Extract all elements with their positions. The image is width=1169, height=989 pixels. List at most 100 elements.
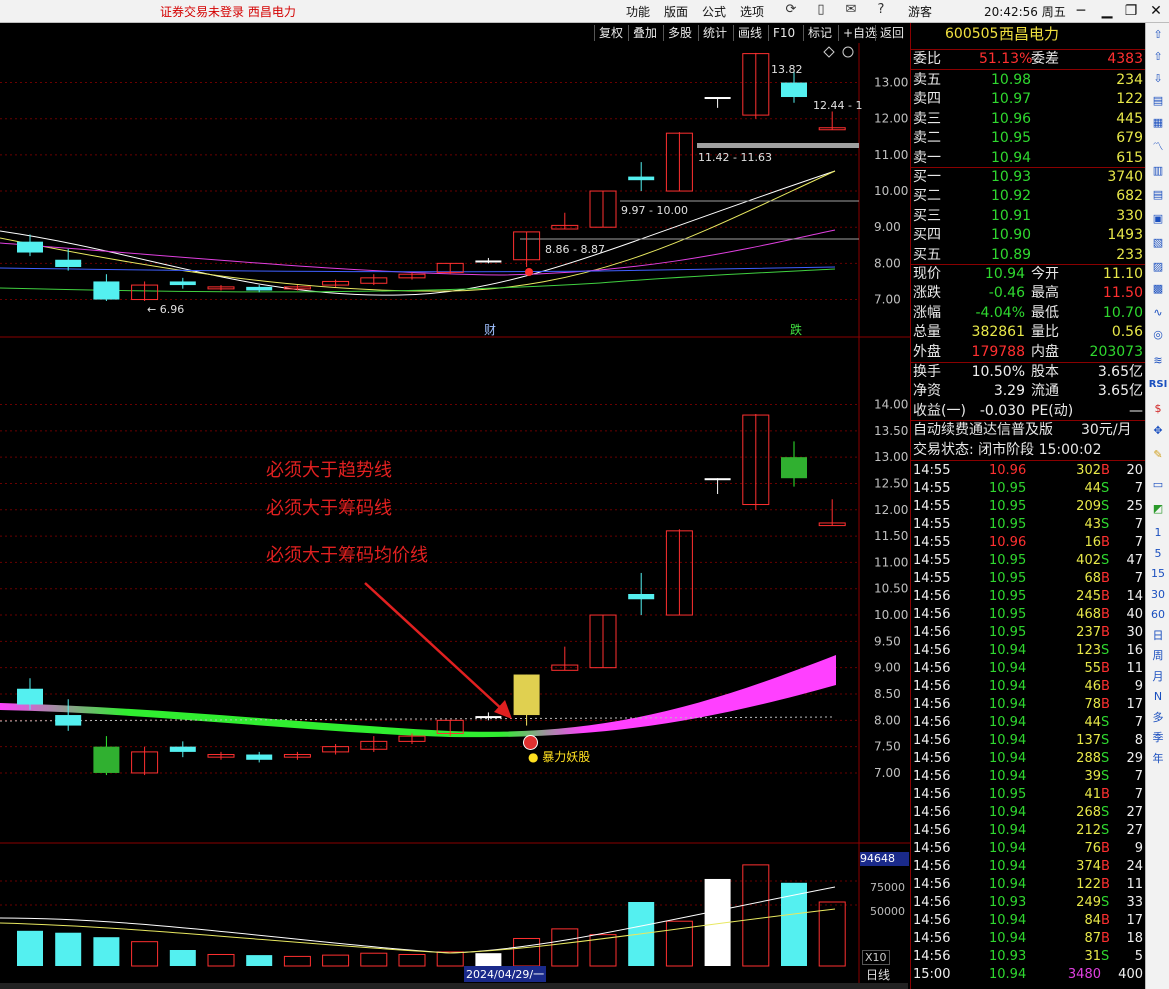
tb-mark[interactable]: 标记 bbox=[803, 25, 836, 41]
wave-icon[interactable]: ≋ bbox=[1148, 353, 1168, 369]
bid-price: 10.90 bbox=[991, 227, 1032, 244]
grid-icon[interactable]: ▦ bbox=[1148, 115, 1168, 131]
circle-icon[interactable]: ◎ bbox=[1148, 327, 1168, 343]
period-button[interactable]: 季 bbox=[1148, 730, 1168, 746]
help-icon[interactable]: ? bbox=[873, 2, 889, 18]
rsi-icon[interactable]: RSI bbox=[1148, 377, 1168, 393]
y-tick-label: 10.50 bbox=[874, 582, 908, 596]
y-tick-label: 12.00 bbox=[874, 112, 908, 126]
tick-price: 10.94 bbox=[989, 661, 1027, 676]
period-button[interactable]: 年 bbox=[1148, 751, 1168, 767]
menu-formula[interactable]: 公式 bbox=[702, 3, 726, 20]
range1-label: 12.44 - 1 bbox=[813, 99, 862, 112]
move-icon[interactable]: ✥ bbox=[1148, 423, 1168, 439]
line-icon[interactable]: ∿ bbox=[1148, 305, 1168, 321]
minimize-button[interactable]: ─ bbox=[1068, 0, 1094, 22]
up-icon[interactable]: ⇧ bbox=[1148, 27, 1168, 43]
bottom-tabs[interactable] bbox=[0, 983, 908, 989]
tick-time: 14:55 bbox=[913, 481, 951, 496]
y-tick-label: 9.00 bbox=[874, 661, 901, 675]
period-button[interactable]: 日 bbox=[1148, 628, 1168, 644]
tick-volume: 44 bbox=[1084, 481, 1101, 496]
period-button[interactable]: 60 bbox=[1148, 607, 1168, 623]
y-tick-label: 8.00 bbox=[874, 713, 901, 727]
vol-tick-75000: 75000 bbox=[870, 881, 905, 894]
down-arrow-icon[interactable]: ⇩ bbox=[1148, 71, 1168, 87]
promo-row[interactable]: 自动续费通达信普及版 30元/月 bbox=[911, 421, 1145, 440]
tick-direction: S bbox=[1101, 643, 1110, 658]
dollar-icon[interactable]: $ bbox=[1148, 401, 1168, 417]
tb-multi[interactable]: 多股 bbox=[663, 25, 696, 41]
message-icon[interactable]: ✉ bbox=[843, 2, 859, 18]
refresh-icon[interactable]: ⟳ bbox=[783, 2, 799, 18]
tb-f10[interactable]: F10 bbox=[768, 25, 799, 41]
tick-direction: B bbox=[1101, 571, 1110, 586]
y-tick-label: 14.00 bbox=[874, 398, 908, 412]
period-button[interactable]: 1 bbox=[1148, 525, 1168, 541]
refresh-side-icon[interactable]: ◩ bbox=[1148, 501, 1168, 517]
tick-row: 14:56 10.94 137 S 8 bbox=[911, 732, 1145, 750]
phone-icon[interactable]: ▯ bbox=[813, 2, 829, 18]
period-button[interactable]: 15 bbox=[1148, 566, 1168, 582]
stock-name: 西昌电力 bbox=[999, 25, 1060, 43]
tick-time: 14:56 bbox=[913, 877, 951, 892]
user-label[interactable]: 游客 bbox=[908, 3, 932, 20]
tb-overlay[interactable]: 叠加 bbox=[628, 25, 661, 41]
bid-price: 10.91 bbox=[991, 207, 1032, 224]
x10-label[interactable]: X10 bbox=[862, 950, 890, 965]
table-icon[interactable]: ▤ bbox=[1148, 187, 1168, 203]
f2-icon[interactable]: ▩ bbox=[1148, 281, 1168, 297]
pencil-icon[interactable]: ✎ bbox=[1148, 447, 1168, 463]
up-arrow-icon[interactable]: ⇧ bbox=[1148, 49, 1168, 65]
tick-row: 14:56 10.94 78 B 17 bbox=[911, 696, 1145, 714]
period-button[interactable]: 月 bbox=[1148, 669, 1168, 685]
volume-bar bbox=[513, 937, 541, 967]
tick-direction: B bbox=[1101, 931, 1110, 946]
chart-area[interactable]: 13.00 12.00 11.00 10.00 9.00 8.00 7.00 13.82 12… bbox=[0, 43, 910, 989]
ma5-line bbox=[0, 170, 836, 296]
menu-function[interactable]: 功能 bbox=[626, 3, 650, 20]
stat-label: 今开 bbox=[1031, 266, 1059, 282]
annotation-3: 必须大于筹码均价线 bbox=[266, 545, 428, 566]
stat-label: 净资 bbox=[913, 383, 941, 400]
ma20-line bbox=[0, 229, 836, 276]
f5-icon[interactable]: ▭ bbox=[1148, 477, 1168, 493]
period-button[interactable]: 5 bbox=[1148, 546, 1168, 562]
period-button[interactable]: 周 bbox=[1148, 648, 1168, 664]
stat-label: 总量 bbox=[913, 324, 941, 341]
tick-price: 10.96 bbox=[989, 463, 1027, 478]
bar-icon[interactable]: ▥ bbox=[1148, 163, 1168, 179]
list-icon[interactable]: ▤ bbox=[1148, 93, 1168, 109]
period-button[interactable]: N bbox=[1148, 689, 1168, 705]
bid-price: 10.93 bbox=[991, 169, 1032, 185]
tick-price: 10.94 bbox=[989, 715, 1027, 730]
ask-price: 10.94 bbox=[991, 149, 1032, 166]
tick-row: 14:56 10.93 31 S 5 bbox=[911, 948, 1145, 966]
menu-layout[interactable]: 版面 bbox=[664, 3, 688, 20]
minimize-button-2[interactable]: ▁ bbox=[1094, 0, 1120, 22]
y-tick-label: 13.00 bbox=[874, 450, 908, 464]
menu-options[interactable]: 选项 bbox=[740, 3, 764, 20]
tick-direction: S bbox=[1101, 895, 1110, 910]
y-tick-label: 8.00 bbox=[874, 256, 901, 270]
chart-icon[interactable]: 〽 bbox=[1148, 139, 1168, 155]
fund-icon[interactable]: ▣ bbox=[1148, 211, 1168, 227]
candle-body bbox=[781, 457, 807, 479]
stat-label: 最高 bbox=[1031, 285, 1059, 302]
restore-button[interactable]: ❐ bbox=[1118, 0, 1144, 22]
close-button[interactable]: ✕ bbox=[1143, 0, 1169, 22]
tb-restore-rights[interactable]: 复权 bbox=[594, 25, 627, 41]
period-button[interactable]: 多 bbox=[1148, 710, 1168, 726]
tb-back[interactable]: 返回 bbox=[875, 25, 908, 41]
page-icon[interactable]: ▨ bbox=[1148, 259, 1168, 275]
tb-stats[interactable]: 统计 bbox=[698, 25, 731, 41]
tick-direction: B bbox=[1101, 463, 1110, 478]
tick-count: 9 bbox=[1134, 679, 1143, 694]
period-button[interactable]: 30 bbox=[1148, 587, 1168, 603]
tb-draw[interactable]: 画线 bbox=[733, 25, 766, 41]
tick-volume: 3480 bbox=[1067, 967, 1101, 982]
period-label[interactable]: 日线 bbox=[866, 966, 890, 983]
tick-price: 10.94 bbox=[989, 643, 1027, 658]
doc-icon[interactable]: ▧ bbox=[1148, 235, 1168, 251]
bid-row: 买二 10.92 682 bbox=[911, 187, 1145, 206]
